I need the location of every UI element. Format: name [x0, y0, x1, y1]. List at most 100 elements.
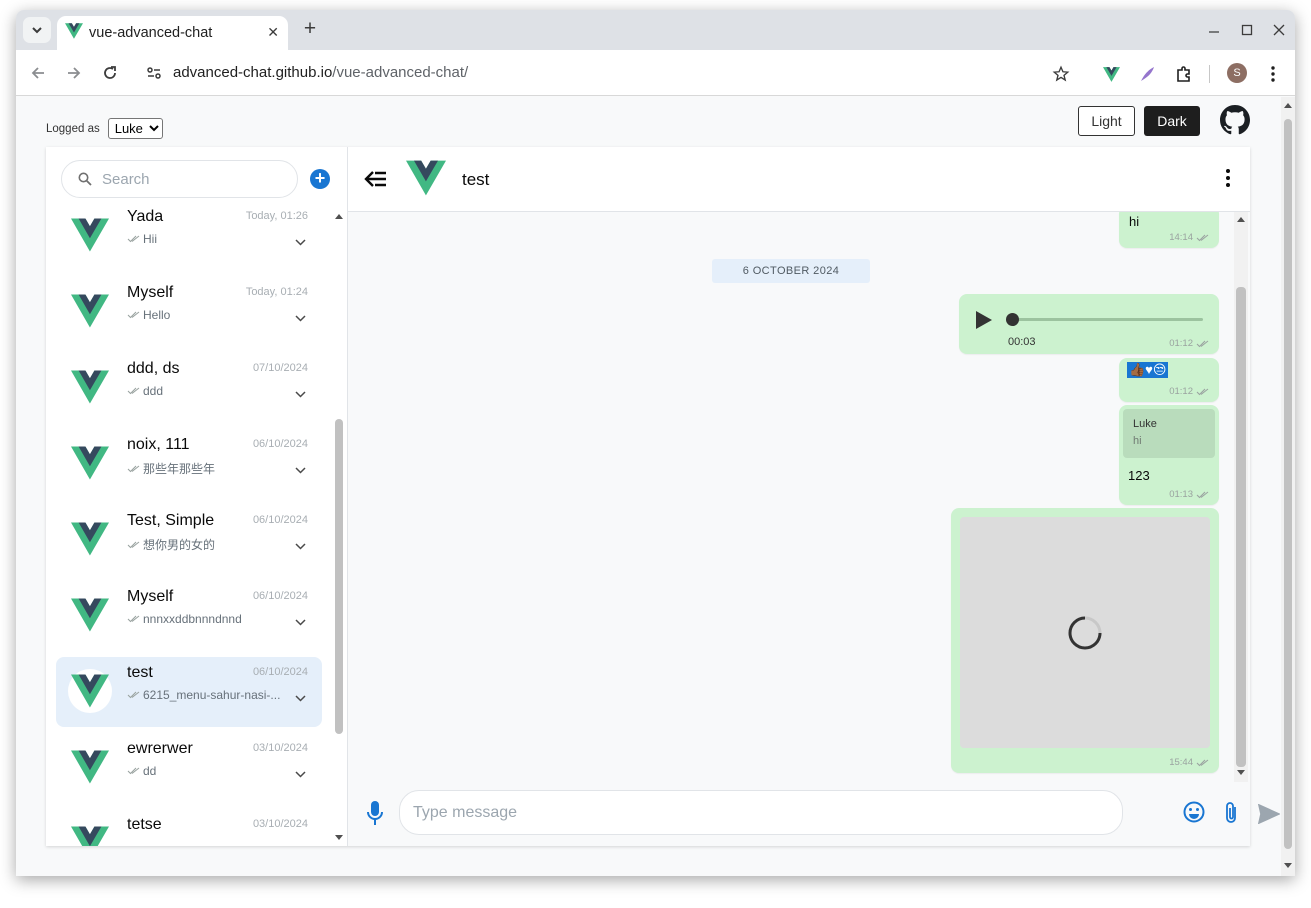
forward-button[interactable]: [60, 60, 88, 86]
emoji-message[interactable]: 👍🏾♥😒 01:12: [1119, 358, 1219, 402]
dark-theme-button[interactable]: Dark: [1144, 106, 1200, 136]
url-text: advanced-chat.github.io/vue-advanced-cha…: [173, 64, 468, 81]
browser-menu-button[interactable]: [1262, 63, 1284, 85]
close-window-button[interactable]: [1264, 18, 1294, 42]
profile-avatar[interactable]: S: [1227, 63, 1247, 83]
replied-message[interactable]: Luke hi: [1123, 409, 1215, 458]
vue-logo-icon: [71, 746, 109, 793]
scroll-down-arrow[interactable]: [1284, 863, 1292, 868]
image-message[interactable]: 15:44: [951, 508, 1219, 773]
room-item[interactable]: Myself Today, 01:24 Hello: [56, 277, 322, 347]
toggle-rooms-icon[interactable]: [364, 169, 388, 189]
reply-author: Luke: [1133, 418, 1157, 430]
scroll-down-arrow[interactable]: [335, 835, 343, 840]
new-tab-button[interactable]: +: [298, 18, 322, 42]
chevron-down-icon[interactable]: [295, 315, 306, 322]
chevron-down-icon[interactable]: [295, 771, 306, 778]
audio-message[interactable]: 00:03 01:12: [959, 294, 1219, 354]
room-item[interactable]: test 06/10/2024 6215_menu-sahur-nasi-...: [56, 657, 322, 727]
address-bar[interactable]: advanced-chat.github.io/vue-advanced-cha…: [136, 56, 1086, 90]
room-item[interactable]: Test, Simple 06/10/2024 想你男的女的: [56, 505, 322, 575]
search-input[interactable]: Search: [61, 160, 298, 198]
scroll-down-arrow[interactable]: [1237, 770, 1245, 775]
room-options-chevron[interactable]: [295, 689, 306, 707]
room-avatar: [64, 669, 116, 715]
room-options-chevron[interactable]: [295, 461, 306, 479]
messages-scrollbar[interactable]: [1234, 212, 1248, 782]
play-icon[interactable]: [975, 310, 993, 330]
last-message-text: Hello: [143, 308, 171, 322]
room-item[interactable]: Myself 06/10/2024 nnnxxddbnnndnnd: [56, 581, 322, 651]
minimize-button[interactable]: [1199, 18, 1229, 42]
paperclip-icon[interactable]: [1223, 801, 1239, 825]
room-date: 07/10/2024: [252, 362, 308, 374]
room-avatar: [64, 823, 116, 846]
chevron-down-icon[interactable]: [295, 239, 306, 246]
message-timestamp: 14:14: [1169, 232, 1193, 243]
room-options-chevron[interactable]: [295, 765, 306, 783]
room-name: tetse: [127, 816, 162, 833]
add-room-button[interactable]: +: [310, 169, 330, 189]
chevron-down-icon[interactable]: [295, 619, 306, 626]
room-item[interactable]: ddd, ds 07/10/2024 ddd: [56, 353, 322, 423]
tab-search-button[interactable]: [23, 17, 51, 43]
room-item[interactable]: tetse 03/10/2024: [56, 809, 322, 846]
message-bubble[interactable]: hi 14:14: [1119, 212, 1219, 248]
room-options-chevron[interactable]: [295, 309, 306, 327]
room-avatar: [64, 291, 116, 335]
user-select[interactable]: Luke: [107, 118, 163, 139]
emoji-icon[interactable]: [1183, 801, 1205, 823]
room-last-message: nnnxxddbnnndnnd: [127, 612, 287, 626]
maximize-button[interactable]: [1232, 18, 1262, 42]
rooms-scrollbar[interactable]: [332, 209, 346, 846]
audio-progress-handle[interactable]: [1006, 313, 1019, 326]
chevron-down-icon[interactable]: [295, 543, 306, 550]
room-options-chevron[interactable]: [295, 233, 306, 251]
vue-logo-icon: [71, 518, 109, 565]
page-scroll-thumb[interactable]: [1284, 119, 1292, 849]
reload-icon: [104, 66, 116, 79]
extensions-button[interactable]: [1173, 63, 1195, 85]
page-scrollbar[interactable]: [1281, 97, 1295, 876]
tab-close-icon[interactable]: ✕: [267, 24, 279, 41]
chevron-down-icon[interactable]: [295, 467, 306, 474]
room-name: Yada: [127, 209, 164, 225]
vue-devtools-extension[interactable]: [1100, 63, 1122, 85]
reply-message[interactable]: Luke hi 123 01:13: [1119, 405, 1219, 505]
scroll-up-arrow[interactable]: [1237, 217, 1245, 222]
chevron-down-icon[interactable]: [295, 695, 306, 702]
room-avatar: [64, 595, 116, 639]
github-icon[interactable]: [1220, 105, 1250, 135]
room-options-chevron[interactable]: [295, 537, 306, 555]
room-last-message: dd: [127, 764, 287, 778]
message-input[interactable]: Type message: [399, 790, 1123, 835]
chevron-down-icon[interactable]: [295, 391, 306, 398]
scroll-up-arrow[interactable]: [335, 214, 343, 219]
room-options-chevron[interactable]: [295, 385, 306, 403]
send-icon[interactable]: [1258, 804, 1280, 824]
room-item[interactable]: ewrerwer 03/10/2024 dd: [56, 733, 322, 803]
bookmark-button[interactable]: [1050, 63, 1072, 85]
microphone-icon[interactable]: [366, 800, 384, 826]
search-placeholder: Search: [102, 171, 150, 188]
room-last-message: Hii: [127, 232, 287, 246]
light-theme-button[interactable]: Light: [1078, 106, 1135, 136]
room-options-chevron[interactable]: [295, 613, 306, 631]
double-check-icon: [1196, 759, 1209, 766]
reload-button[interactable]: [96, 60, 124, 86]
rooms-scroll-thumb[interactable]: [335, 419, 343, 734]
browser-tab[interactable]: vue-advanced-chat ✕: [57, 16, 288, 50]
audio-progress-track[interactable]: [1011, 318, 1203, 321]
url-host: advanced-chat.github.io: [173, 64, 333, 81]
room-item[interactable]: noix, 111 06/10/2024 那些年那些年: [56, 429, 322, 499]
back-button[interactable]: [24, 60, 52, 86]
feather-extension[interactable]: [1136, 63, 1158, 85]
room-options-icon[interactable]: [1226, 169, 1230, 187]
room-item[interactable]: Yada Today, 01:26 Hii: [56, 209, 322, 271]
scroll-up-arrow[interactable]: [1284, 103, 1292, 108]
close-icon: [1273, 24, 1285, 36]
room-date: 06/10/2024: [252, 438, 308, 450]
messages-scroll-thumb[interactable]: [1236, 287, 1246, 767]
image-placeholder[interactable]: [960, 517, 1210, 748]
room-last-message: 那些年那些年: [127, 460, 287, 477]
